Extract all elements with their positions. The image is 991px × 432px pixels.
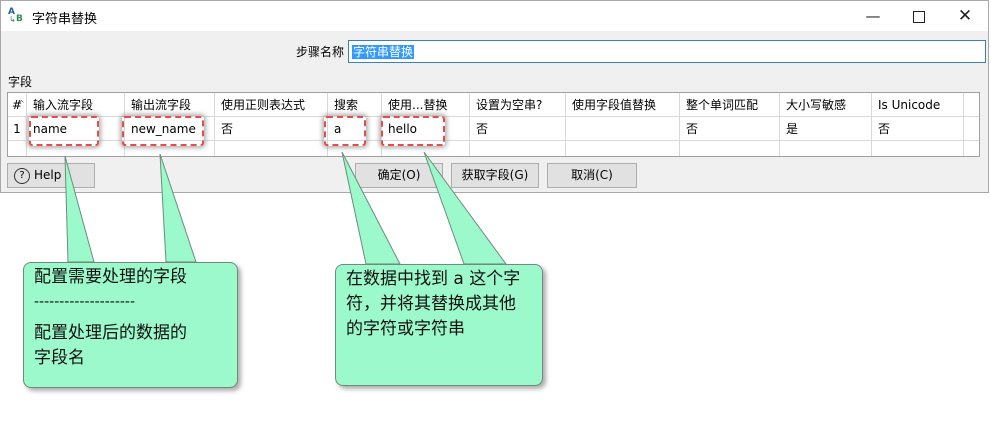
callout1-line4: 字段名 <box>34 348 85 368</box>
callout1-separator: -------------------- <box>34 294 136 310</box>
callout1-line1: 配置需要处理的字段 <box>34 267 187 287</box>
callout2-tail-right <box>423 151 507 265</box>
callout2-tail-left <box>341 151 401 265</box>
callout1-tail-left <box>64 155 95 263</box>
callout1-line3: 配置处理后的数据的 <box>34 323 187 343</box>
callout-search-replace: 在数据中找到 a 这个字符，并将其替换成其他的字符或字符串 <box>335 264 543 386</box>
callout-field-config: 配置需要处理的字段 -------------------- 配置处理后的数据的… <box>23 262 238 388</box>
callout1-tail-right <box>159 153 197 263</box>
callout2-text: 在数据中找到 a 这个字符，并将其替换成其他的字符或字符串 <box>346 269 521 339</box>
